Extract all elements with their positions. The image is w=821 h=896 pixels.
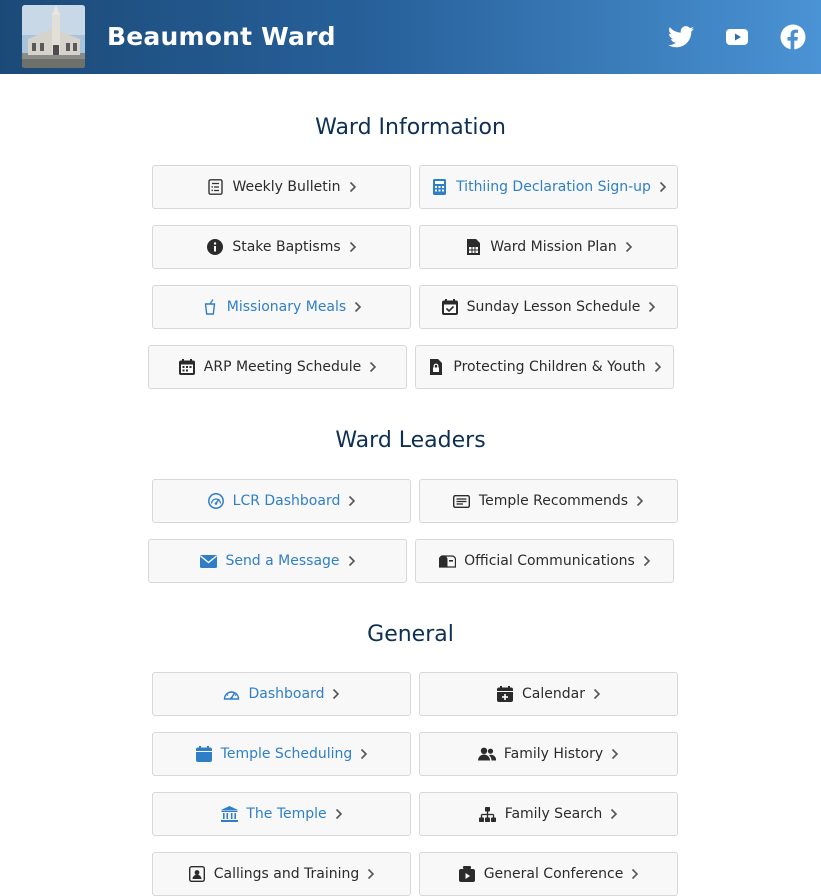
chevron-right-icon [593,688,601,700]
sunday-lesson-schedule-label: Sunday Lesson Schedule [466,299,641,315]
chevron-right-icon [348,555,356,567]
lcr-dashboard-button[interactable]: LCR Dashboard [152,479,411,523]
chevron-right-icon [610,808,618,820]
chevron-right-icon [332,688,340,700]
cup-icon [201,298,219,316]
calendar-icon [178,358,196,376]
temple-scheduling-label: Temple Scheduling [220,746,353,762]
chevron-right-icon [349,181,357,193]
chevron-right-icon [654,361,662,373]
chevron-right-icon [636,495,644,507]
card-icon [453,492,471,510]
family-search-button[interactable]: Family Search [419,792,678,836]
spreadsheet-icon [464,238,482,256]
the-temple-label: The Temple [246,806,327,822]
tithing-declaration-button[interactable]: Tithiing Declaration Sign-up [419,165,678,209]
official-communications-label: Official Communications [464,553,635,569]
chevron-right-icon [611,748,619,760]
protecting-children-youth-button[interactable]: Protecting Children & Youth [415,345,674,389]
dashboard-icon [223,685,241,703]
gauge-icon [207,492,225,510]
ward-mission-plan-label: Ward Mission Plan [490,239,617,255]
chevron-right-icon [659,181,667,193]
dashboard-button[interactable]: Dashboard [152,672,411,716]
section-title-ward-leaders: Ward Leaders [335,428,486,453]
the-temple-button[interactable]: The Temple [152,792,411,836]
people-icon [477,745,496,763]
official-communications-button[interactable]: Official Communications [415,539,674,583]
temple-recommends-button[interactable]: Temple Recommends [419,479,678,523]
temple-scheduling-button[interactable]: Temple Scheduling [152,732,411,776]
video-icon [458,865,476,883]
calendar-label: Calendar [522,686,585,702]
family-history-label: Family History [503,746,604,762]
stake-baptisms-button[interactable]: Stake Baptisms [152,225,411,269]
family-history-button[interactable]: Family History [419,732,678,776]
ward-logo[interactable] [22,5,85,68]
ward-mission-plan-button[interactable]: Ward Mission Plan [419,225,678,269]
calendar-blue-icon [195,745,213,763]
section-title-ward-information: Ward Information [315,115,506,140]
chevron-right-icon [367,868,375,880]
youtube-icon[interactable] [722,22,752,52]
chevron-right-icon [369,361,377,373]
facebook-icon[interactable] [778,22,808,52]
site-header: Beaumont Ward [0,0,821,74]
calendar-plus-icon [496,685,514,703]
id-badge-icon [188,865,206,883]
chevron-right-icon [648,301,656,313]
temple-recommends-label: Temple Recommends [478,493,629,509]
protecting-children-youth-label: Protecting Children & Youth [453,359,646,375]
chevron-right-icon [643,555,651,567]
arp-meeting-schedule-label: ARP Meeting Schedule [203,359,362,375]
missionary-meals-label: Missionary Meals [226,299,347,315]
site-title[interactable]: Beaumont Ward [107,20,336,54]
mailbox-icon [438,552,456,570]
callings-and-training-label: Callings and Training [213,866,360,882]
info-icon [206,238,224,256]
chevron-right-icon [348,495,356,507]
tithing-declaration-label: Tithiing Declaration Sign-up [456,179,651,195]
stake-baptisms-label: Stake Baptisms [232,239,341,255]
chevron-right-icon [354,301,362,313]
chevron-right-icon [335,808,343,820]
chevron-right-icon [625,241,633,253]
temple-icon [220,805,238,823]
callings-and-training-button[interactable]: Callings and Training [152,852,411,896]
general-conference-label: General Conference [483,866,624,882]
twitter-icon[interactable] [666,22,696,52]
envelope-icon [199,552,217,570]
calendar-check-icon [441,298,459,316]
arp-meeting-schedule-button[interactable]: ARP Meeting Schedule [148,345,407,389]
bulletin-icon [206,178,224,196]
weekly-bulletin-label: Weekly Bulletin [232,179,341,195]
chevron-right-icon [360,748,368,760]
sunday-lesson-schedule-button[interactable]: Sunday Lesson Schedule [419,285,678,329]
chevron-right-icon [349,241,357,253]
send-a-message-label: Send a Message [225,553,340,569]
lcr-dashboard-label: LCR Dashboard [232,493,341,509]
calculator-icon [430,178,448,196]
missionary-meals-button[interactable]: Missionary Meals [152,285,411,329]
family-search-label: Family Search [504,806,603,822]
weekly-bulletin-button[interactable]: Weekly Bulletin [152,165,411,209]
dashboard-label: Dashboard [248,686,325,702]
section-title-general: General [367,622,454,647]
send-a-message-button[interactable]: Send a Message [148,539,407,583]
general-conference-button[interactable]: General Conference [419,852,678,896]
lock-file-icon [427,358,445,376]
calendar-button[interactable]: Calendar [419,672,678,716]
tree-icon [479,805,497,823]
chevron-right-icon [631,868,639,880]
